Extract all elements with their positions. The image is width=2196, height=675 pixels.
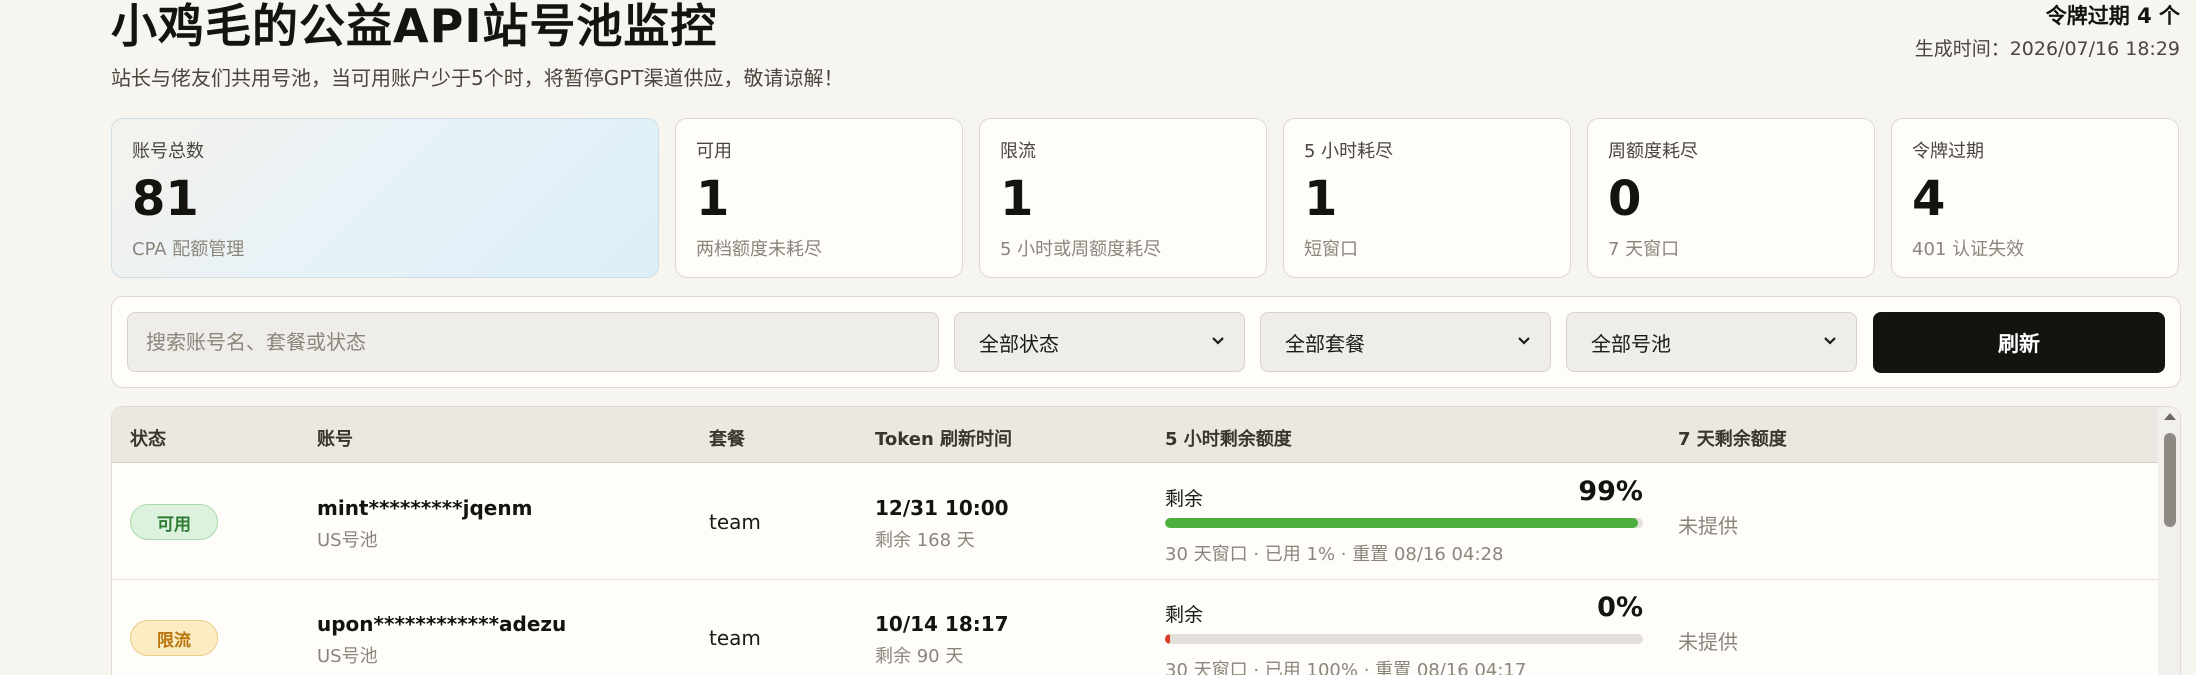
quota-meta: 30 天窗口 · 已用 1% · 重置 08/16 04:28	[1165, 544, 1504, 565]
card-token-expired: 令牌过期 4 401 认证失效	[1891, 118, 2179, 278]
card-value: 1	[1304, 171, 1338, 227]
quota-progress-bar	[1165, 518, 1643, 528]
table-scrollbar[interactable]	[2158, 407, 2180, 675]
filter-bar: 全部状态 全部套餐 全部号池 刷新	[111, 296, 2181, 388]
plan-select-value: 全部套餐	[1285, 331, 1365, 356]
plan-cell: team	[709, 510, 761, 534]
quota-7d-cell: 未提供	[1678, 514, 1738, 538]
card-label: 令牌过期	[1912, 141, 1984, 162]
card-value: 1	[1000, 171, 1034, 227]
header-meta: 令牌过期 4 个 生成时间：2026/07/16 18:29	[1915, 2, 2180, 61]
status-badge: 可用	[130, 504, 218, 540]
quota-progress-fill	[1165, 518, 1639, 528]
card-label: 账号总数	[132, 141, 204, 162]
column-header-plan[interactable]: 套餐	[709, 425, 745, 451]
table-header: 状态 账号 套餐 Token 刷新时间 5 小时剩余额度 7 天剩余额度	[112, 407, 2158, 463]
card-note: 5 小时或周额度耗尽	[1000, 239, 1162, 260]
table-row[interactable]: 限流 upon************adezu US号池 team 10/14…	[112, 580, 2158, 675]
plan-select[interactable]: 全部套餐	[1260, 312, 1551, 372]
quota-progress-bar	[1165, 634, 1643, 644]
column-header-token-time[interactable]: Token 刷新时间	[875, 425, 1012, 451]
page-subtitle: 站长与佬友们共用号池，当可用账户少于5个时，将暂停GPT渠道供应，敬请谅解！	[111, 66, 844, 90]
plan-cell: team	[709, 626, 761, 650]
status-badge: 限流	[130, 620, 218, 656]
card-5h-exhausted: 5 小时耗尽 1 短窗口	[1283, 118, 1571, 278]
card-label: 周额度耗尽	[1608, 141, 1698, 162]
column-header-status[interactable]: 状态	[130, 425, 166, 451]
generated-time: 生成时间：2026/07/16 18:29	[1914, 38, 2180, 60]
quota-7d-cell: 未提供	[1678, 630, 1738, 654]
quota-progress-fill	[1165, 634, 1170, 644]
quota-percent: 99%	[1578, 476, 1643, 507]
refresh-button[interactable]: 刷新	[1873, 312, 2165, 373]
card-note: 401 认证失效	[1912, 239, 2025, 260]
stat-cards: 账号总数 81 CPA 配额管理 可用 1 两档额度未耗尽 限流 1 5 小时或…	[111, 118, 2179, 278]
account-pool: US号池	[317, 646, 378, 667]
column-header-5h-quota[interactable]: 5 小时剩余额度	[1165, 425, 1292, 451]
pool-select[interactable]: 全部号池	[1566, 312, 1857, 372]
card-label: 5 小时耗尽	[1304, 141, 1394, 162]
card-note: 两档额度未耗尽	[696, 239, 822, 260]
card-value: 0	[1608, 171, 1642, 227]
token-remaining: 剩余 168 天	[875, 530, 975, 551]
column-header-7d-quota[interactable]: 7 天剩余额度	[1678, 425, 1787, 451]
status-select-value: 全部状态	[979, 331, 1059, 356]
chevron-down-icon	[1212, 337, 1224, 345]
quota-percent: 0%	[1597, 592, 1643, 623]
card-label: 可用	[696, 141, 732, 162]
card-note: 7 天窗口	[1608, 239, 1680, 260]
card-rate-limited: 限流 1 5 小时或周额度耗尽	[979, 118, 1267, 278]
scroll-up-arrow-icon[interactable]	[2163, 411, 2177, 421]
card-total: 账号总数 81 CPA 配额管理	[111, 118, 659, 278]
scrollbar-thumb[interactable]	[2164, 433, 2176, 527]
card-note: CPA 配额管理	[132, 239, 245, 260]
card-value: 1	[696, 171, 730, 227]
table-row[interactable]: 可用 mint*********jqenm US号池 team 12/31 10…	[112, 464, 2158, 580]
quota-label: 剩余	[1165, 604, 1204, 626]
card-note: 短窗口	[1304, 239, 1358, 260]
search-input[interactable]	[146, 313, 938, 371]
card-weekly-exhausted: 周额度耗尽 0 7 天窗口	[1587, 118, 1875, 278]
quota-label: 剩余	[1165, 488, 1204, 510]
card-available: 可用 1 两档额度未耗尽	[675, 118, 963, 278]
token-remaining: 剩余 90 天	[875, 646, 964, 667]
quota-meta: 30 天窗口 · 已用 100% · 重置 08/16 04:17	[1165, 660, 1527, 675]
status-select[interactable]: 全部状态	[954, 312, 1245, 372]
pool-select-value: 全部号池	[1591, 331, 1671, 356]
account-name: mint*********jqenm	[317, 496, 533, 520]
accounts-table: 状态 账号 套餐 Token 刷新时间 5 小时剩余额度 7 天剩余额度 可用 …	[111, 406, 2181, 675]
page-title: 小鸡毛的公益API站号池监控	[111, 0, 718, 53]
account-name: upon************adezu	[317, 612, 567, 636]
account-pool: US号池	[317, 530, 378, 551]
card-label: 限流	[1000, 141, 1036, 162]
chevron-down-icon	[1518, 337, 1530, 345]
chevron-down-icon	[1824, 337, 1836, 345]
token-refresh-time: 12/31 10:00	[875, 496, 1009, 520]
card-value: 81	[132, 171, 199, 227]
token-refresh-time: 10/14 18:17	[875, 612, 1009, 636]
search-box[interactable]	[127, 312, 939, 372]
card-value: 4	[1912, 171, 1946, 227]
expired-summary: 令牌过期 4 个	[2045, 4, 2180, 28]
column-header-account[interactable]: 账号	[317, 425, 353, 451]
